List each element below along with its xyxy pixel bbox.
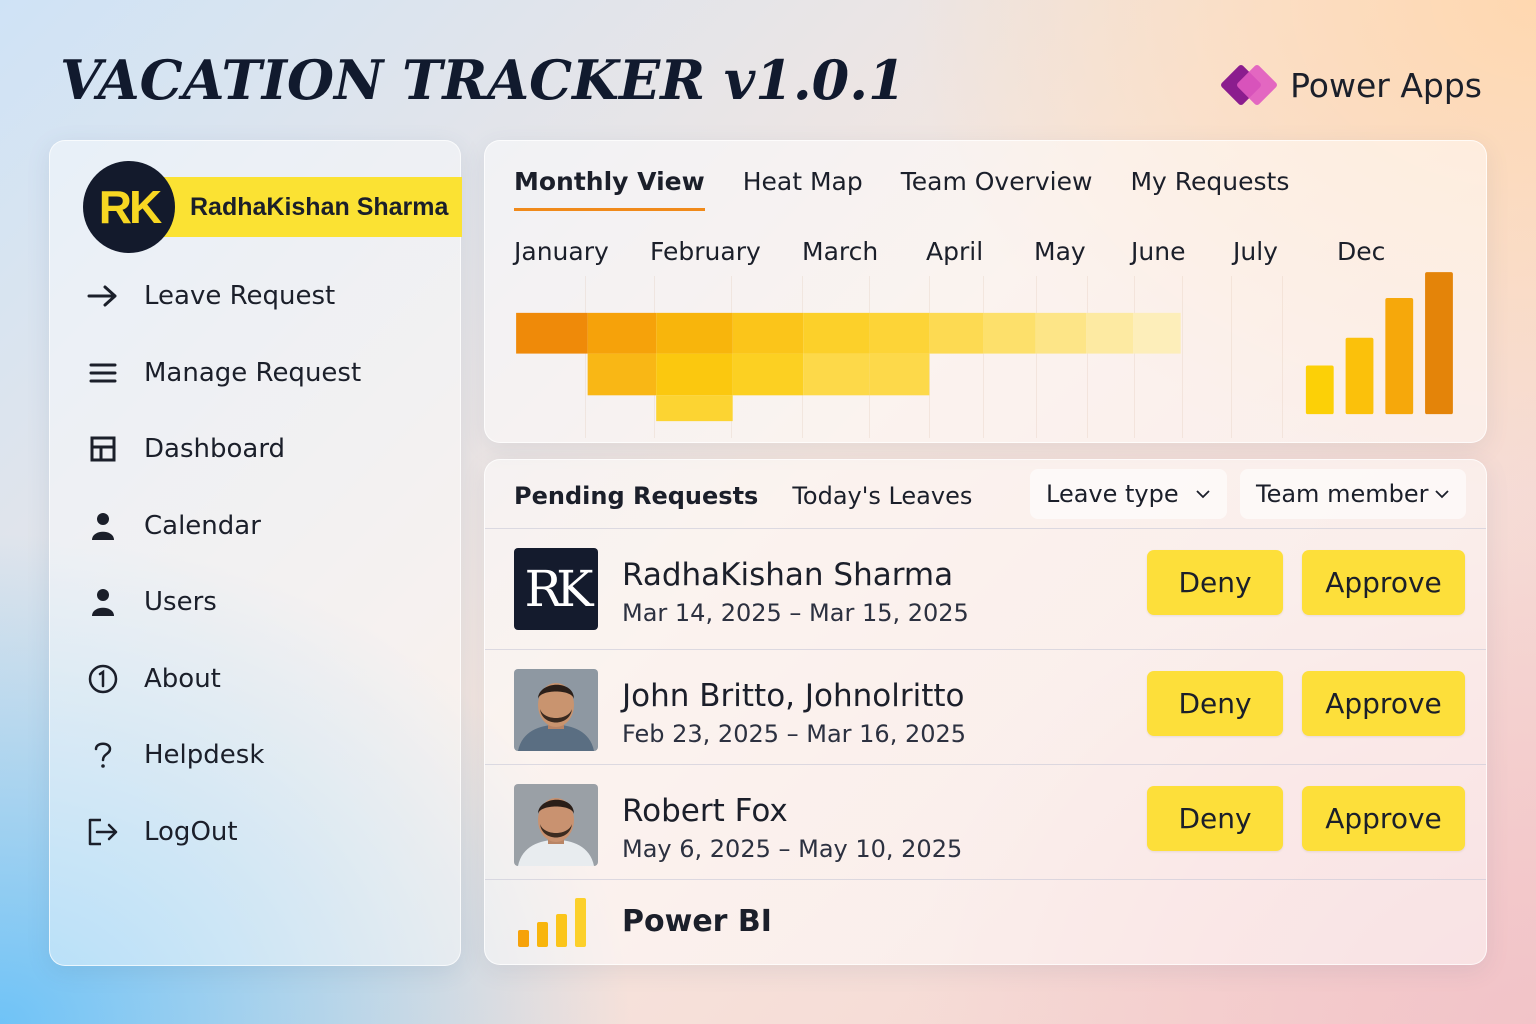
request-row: John Britto, Johnolritto Feb 23, 2025 – … xyxy=(485,649,1486,764)
sidebar-item-dashboard[interactable]: Dashboard xyxy=(86,424,426,474)
sidebar-item-about[interactable]: About xyxy=(86,654,426,704)
sidebar-item-label: Manage Request xyxy=(144,357,362,388)
sidebar-nav: Leave Request Manage Request Dashboard C… xyxy=(86,271,426,883)
user-badge[interactable]: RK RadhaKishan Sharma xyxy=(83,161,462,253)
power-apps-brand: Power Apps xyxy=(1219,60,1482,110)
requests-panel: Pending Requests Today's Leaves Leave ty… xyxy=(484,459,1487,965)
heat-map-graphic xyxy=(516,272,1453,422)
sidebar-item-label: Leave Request xyxy=(144,281,336,311)
requester-avatar xyxy=(514,784,598,866)
request-dates: May 6, 2025 – May 10, 2025 xyxy=(622,835,963,863)
requester-name: John Britto, Johnolritto xyxy=(622,678,965,714)
logout-icon xyxy=(86,815,120,849)
user-name: RadhaKishan Sharma xyxy=(143,177,462,237)
sidebar-item-manage-request[interactable]: Manage Request xyxy=(86,348,426,398)
monthly-view-panel: Monthly View Heat Map Team Overview My R… xyxy=(484,140,1487,443)
question-icon xyxy=(86,738,120,772)
sidebar-item-label: LogOut xyxy=(144,816,238,847)
sidebar-item-calendar[interactable]: Calendar xyxy=(86,501,426,551)
sidebar: RK RadhaKishan Sharma Leave Request Mana… xyxy=(49,140,462,966)
leave-type-label: Leave type xyxy=(1046,480,1179,508)
approve-button[interactable]: Approve xyxy=(1302,550,1465,615)
sidebar-item-label: About xyxy=(144,663,221,694)
person-icon xyxy=(86,585,120,619)
requester-avatar xyxy=(514,669,598,751)
info-circle-icon xyxy=(86,662,120,696)
team-member-label: Team member xyxy=(1256,480,1429,508)
deny-button[interactable]: Deny xyxy=(1147,550,1283,615)
request-row: Robert Fox May 6, 2025 – May 10, 2025 De… xyxy=(485,764,1486,879)
approve-button[interactable]: Approve xyxy=(1302,671,1465,736)
tab-todays-leaves[interactable]: Today's Leaves xyxy=(792,482,972,510)
sidebar-item-logout[interactable]: LogOut xyxy=(86,807,426,857)
power-bi-icon xyxy=(518,898,586,947)
leave-type-dropdown[interactable]: Leave type xyxy=(1030,469,1227,519)
user-avatar: RK xyxy=(83,161,175,253)
request-dates: Mar 14, 2025 – Mar 15, 2025 xyxy=(622,599,969,627)
power-bi-label: Power BI xyxy=(622,904,772,939)
team-member-dropdown[interactable]: Team member xyxy=(1240,469,1466,519)
tab-pending-requests[interactable]: Pending Requests xyxy=(514,482,758,510)
grid-icon xyxy=(86,432,120,466)
arrow-right-icon xyxy=(86,279,120,313)
chevron-down-icon xyxy=(1435,490,1449,499)
power-bi-link[interactable]: Power BI xyxy=(485,879,1486,966)
sidebar-item-label: Users xyxy=(144,587,217,617)
deny-button[interactable]: Deny xyxy=(1147,671,1283,736)
requester-name: Robert Fox xyxy=(622,793,788,829)
sidebar-item-label: Helpdesk xyxy=(144,740,265,770)
approve-button[interactable]: Approve xyxy=(1302,786,1465,851)
requester-name: RadhaKishan Sharma xyxy=(622,557,954,593)
menu-icon xyxy=(86,356,120,390)
request-dates: Feb 23, 2025 – Mar 16, 2025 xyxy=(622,720,967,748)
sidebar-item-users[interactable]: Users xyxy=(86,577,426,627)
requester-avatar: RK xyxy=(514,548,598,630)
sidebar-item-leave-request[interactable]: Leave Request xyxy=(86,271,426,321)
chevron-down-icon xyxy=(1196,490,1210,499)
request-tabs: Pending Requests Today's Leaves xyxy=(514,482,972,510)
sidebar-item-helpdesk[interactable]: Helpdesk xyxy=(86,730,426,780)
app-title: VACATION TRACKER v1.0.1 xyxy=(60,48,906,112)
sidebar-item-label: Calendar xyxy=(144,510,261,541)
request-row: RK RadhaKishan Sharma Mar 14, 2025 – Mar… xyxy=(485,528,1486,643)
sidebar-item-label: Dashboard xyxy=(144,434,286,464)
person-icon xyxy=(86,509,120,543)
brand-label: Power Apps xyxy=(1290,65,1482,105)
deny-button[interactable]: Deny xyxy=(1147,786,1283,851)
power-apps-logo-icon xyxy=(1219,60,1279,110)
